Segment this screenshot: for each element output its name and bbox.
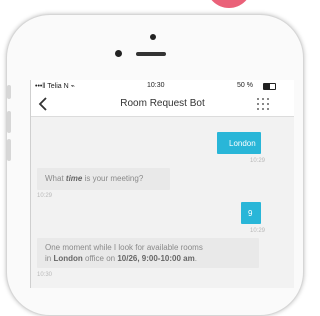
nav-bar: Room Request Bot (31, 92, 294, 117)
message-outgoing: London (217, 132, 261, 154)
message-timestamp: 10:29 (37, 193, 53, 199)
message-timestamp: 10:29 (250, 158, 266, 164)
message-timestamp: 10:29 (250, 228, 266, 234)
battery-percent: 50 % (237, 82, 253, 89)
message-outgoing: 9 (241, 202, 261, 224)
status-time: 10:30 (147, 82, 165, 89)
message-text: One moment while I look for available ro… (45, 243, 203, 263)
camera-dot (150, 34, 156, 40)
phone-screen: •••ll Telia N ⌁ 10:30 50 % Room Request … (30, 80, 294, 288)
chat-title: Room Request Bot (120, 98, 205, 109)
message-text: 9 (248, 209, 253, 218)
decorative-blob (206, 0, 252, 8)
phone-volume-up (7, 111, 11, 133)
status-bar: •••ll Telia N ⌁ 10:30 50 % (31, 80, 294, 92)
front-camera (115, 50, 122, 57)
message-incoming: What time is your meeting? (37, 168, 170, 190)
phone-side-button (7, 85, 11, 99)
message-text: London (229, 139, 256, 148)
message-timestamp: 10:30 (37, 272, 53, 278)
earpiece-speaker (136, 52, 166, 56)
message-incoming: One moment while I look for available ro… (37, 238, 259, 268)
grid-menu-icon[interactable] (256, 97, 270, 111)
battery-icon (263, 83, 276, 90)
carrier-label: •••ll Telia N ⌁ (35, 83, 75, 90)
phone-volume-down (7, 139, 11, 161)
message-text: What time is your meeting? (45, 174, 144, 183)
